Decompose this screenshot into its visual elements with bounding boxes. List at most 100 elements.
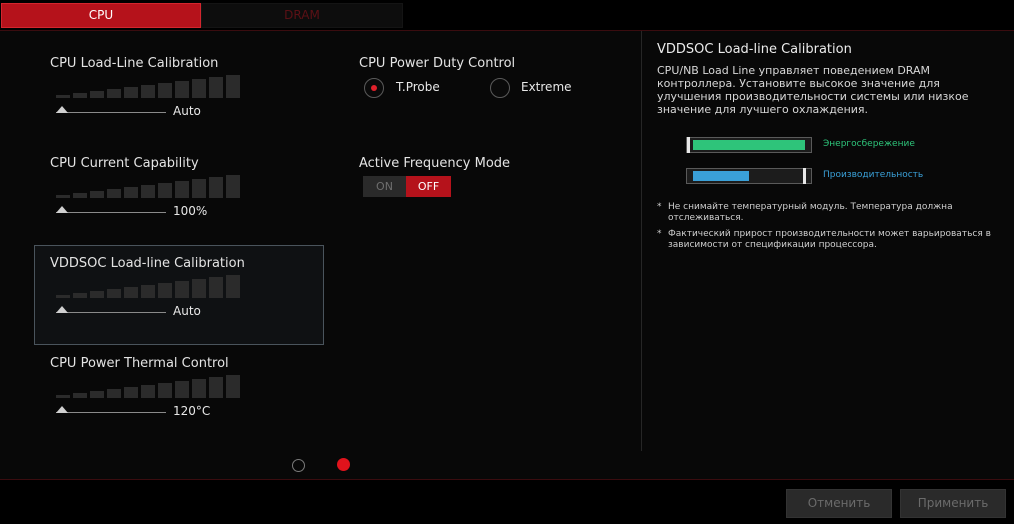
- level-bar: [175, 381, 189, 398]
- level-bar: [141, 85, 155, 98]
- level-bar: [209, 177, 223, 198]
- tab-dram[interactable]: DRAM: [201, 3, 403, 28]
- level-bars: [56, 274, 240, 298]
- level-bar: [56, 395, 70, 398]
- energy-meter-fill: [693, 140, 805, 150]
- freq-mode-label: Active Frequency Mode: [359, 156, 511, 171]
- level-bar: [141, 385, 155, 398]
- level-bar: [226, 175, 240, 198]
- level-bar: [56, 195, 70, 198]
- setting-value: Auto: [173, 104, 201, 118]
- level-bar: [90, 391, 104, 398]
- slider-track[interactable]: [56, 112, 166, 113]
- apply-button[interactable]: Применить: [900, 489, 1006, 518]
- asterisk-icon: *: [657, 202, 662, 212]
- page-dot-1[interactable]: [292, 459, 305, 472]
- setting-label: CPU Load-Line Calibration: [50, 56, 219, 71]
- level-bar: [141, 185, 155, 198]
- note-item: * Не снимайте температурный модуль. Темп…: [657, 202, 1007, 224]
- level-bar: [209, 77, 223, 98]
- slider-thumb-icon[interactable]: [56, 406, 68, 413]
- page-dot-2[interactable]: [337, 458, 350, 471]
- level-bar: [107, 89, 121, 98]
- tab-cpu[interactable]: CPU: [1, 3, 201, 28]
- slider-thumb-icon[interactable]: [56, 206, 68, 213]
- performance-meter: [686, 168, 812, 184]
- setting-cpu-current-capability: CPU Current Capability 100%: [50, 156, 250, 228]
- level-bar: [90, 191, 104, 198]
- toggle-on-label[interactable]: ON: [363, 176, 406, 197]
- level-bar: [158, 83, 172, 98]
- level-bar: [124, 187, 138, 198]
- level-bar: [175, 181, 189, 198]
- level-bar: [73, 93, 87, 98]
- performance-label: Производительность: [823, 170, 924, 180]
- radio-tprobe-label: T.Probe: [396, 80, 440, 94]
- cancel-button[interactable]: Отменить: [786, 489, 892, 518]
- slider-track[interactable]: [56, 412, 166, 413]
- slider-track[interactable]: [56, 312, 166, 313]
- level-bars: [56, 174, 240, 198]
- level-bar: [90, 291, 104, 298]
- performance-meter-fill: [693, 171, 749, 181]
- slider-track[interactable]: [56, 212, 166, 213]
- setting-label: VDDSOC Load-line Calibration: [50, 256, 245, 271]
- radio-tprobe[interactable]: [364, 78, 384, 98]
- energy-label: Энергосбережение: [823, 139, 915, 149]
- level-bar: [107, 289, 121, 298]
- level-bar: [73, 293, 87, 298]
- level-bar: [226, 275, 240, 298]
- asterisk-icon: *: [657, 229, 662, 239]
- radio-extreme-label: Extreme: [521, 80, 572, 94]
- setting-label: CPU Power Thermal Control: [50, 356, 229, 371]
- tab-bar: CPU DRAM: [0, 0, 1014, 30]
- level-bar: [158, 383, 172, 398]
- freq-mode-toggle[interactable]: ON OFF: [363, 176, 451, 197]
- setting-value: 100%: [173, 204, 208, 218]
- level-bar: [90, 91, 104, 98]
- energy-meter-marker: [687, 137, 690, 153]
- level-bar: [107, 189, 121, 198]
- level-bars: [56, 374, 240, 398]
- setting-value: 120°C: [173, 404, 211, 418]
- level-bars: [56, 74, 240, 98]
- setting-vddsoc-load-line-calibration[interactable]: VDDSOC Load-line Calibration Auto: [50, 256, 250, 328]
- slider-thumb-icon[interactable]: [56, 106, 68, 113]
- level-bar: [209, 377, 223, 398]
- panel-divider: [641, 31, 642, 451]
- level-bar: [124, 87, 138, 98]
- level-bar: [124, 287, 138, 298]
- level-bar: [175, 81, 189, 98]
- level-bar: [73, 393, 87, 398]
- toggle-off-label[interactable]: OFF: [406, 176, 451, 197]
- energy-meter: [686, 137, 812, 153]
- level-bar: [192, 379, 206, 398]
- level-bar: [192, 179, 206, 198]
- note-text: Фактический прирост производительности м…: [668, 229, 991, 250]
- setting-label: CPU Current Capability: [50, 156, 199, 171]
- note-text: Не снимайте температурный модуль. Темпер…: [668, 202, 953, 223]
- level-bar: [124, 387, 138, 398]
- performance-meter-marker: [803, 168, 806, 184]
- setting-cpu-load-line-calibration: CPU Load-Line Calibration Auto: [50, 56, 250, 128]
- setting-value: Auto: [173, 304, 201, 318]
- level-bar: [192, 79, 206, 98]
- level-bar: [175, 281, 189, 298]
- level-bar: [158, 283, 172, 298]
- level-bar: [209, 277, 223, 298]
- setting-cpu-power-thermal-control: CPU Power Thermal Control 120°C: [50, 356, 250, 428]
- level-bar: [56, 95, 70, 98]
- radio-extreme[interactable]: [490, 78, 510, 98]
- level-bar: [56, 295, 70, 298]
- power-duty-label: CPU Power Duty Control: [359, 56, 516, 71]
- level-bar: [107, 389, 121, 398]
- help-description: CPU/NB Load Line управляет поведением DR…: [657, 64, 969, 116]
- note-item: * Фактический прирост производительности…: [657, 229, 1007, 251]
- level-bar: [73, 193, 87, 198]
- level-bar: [226, 75, 240, 98]
- level-bar: [158, 183, 172, 198]
- level-bar: [226, 375, 240, 398]
- help-title: VDDSOC Load-line Calibration: [657, 42, 852, 57]
- slider-thumb-icon[interactable]: [56, 306, 68, 313]
- level-bar: [192, 279, 206, 298]
